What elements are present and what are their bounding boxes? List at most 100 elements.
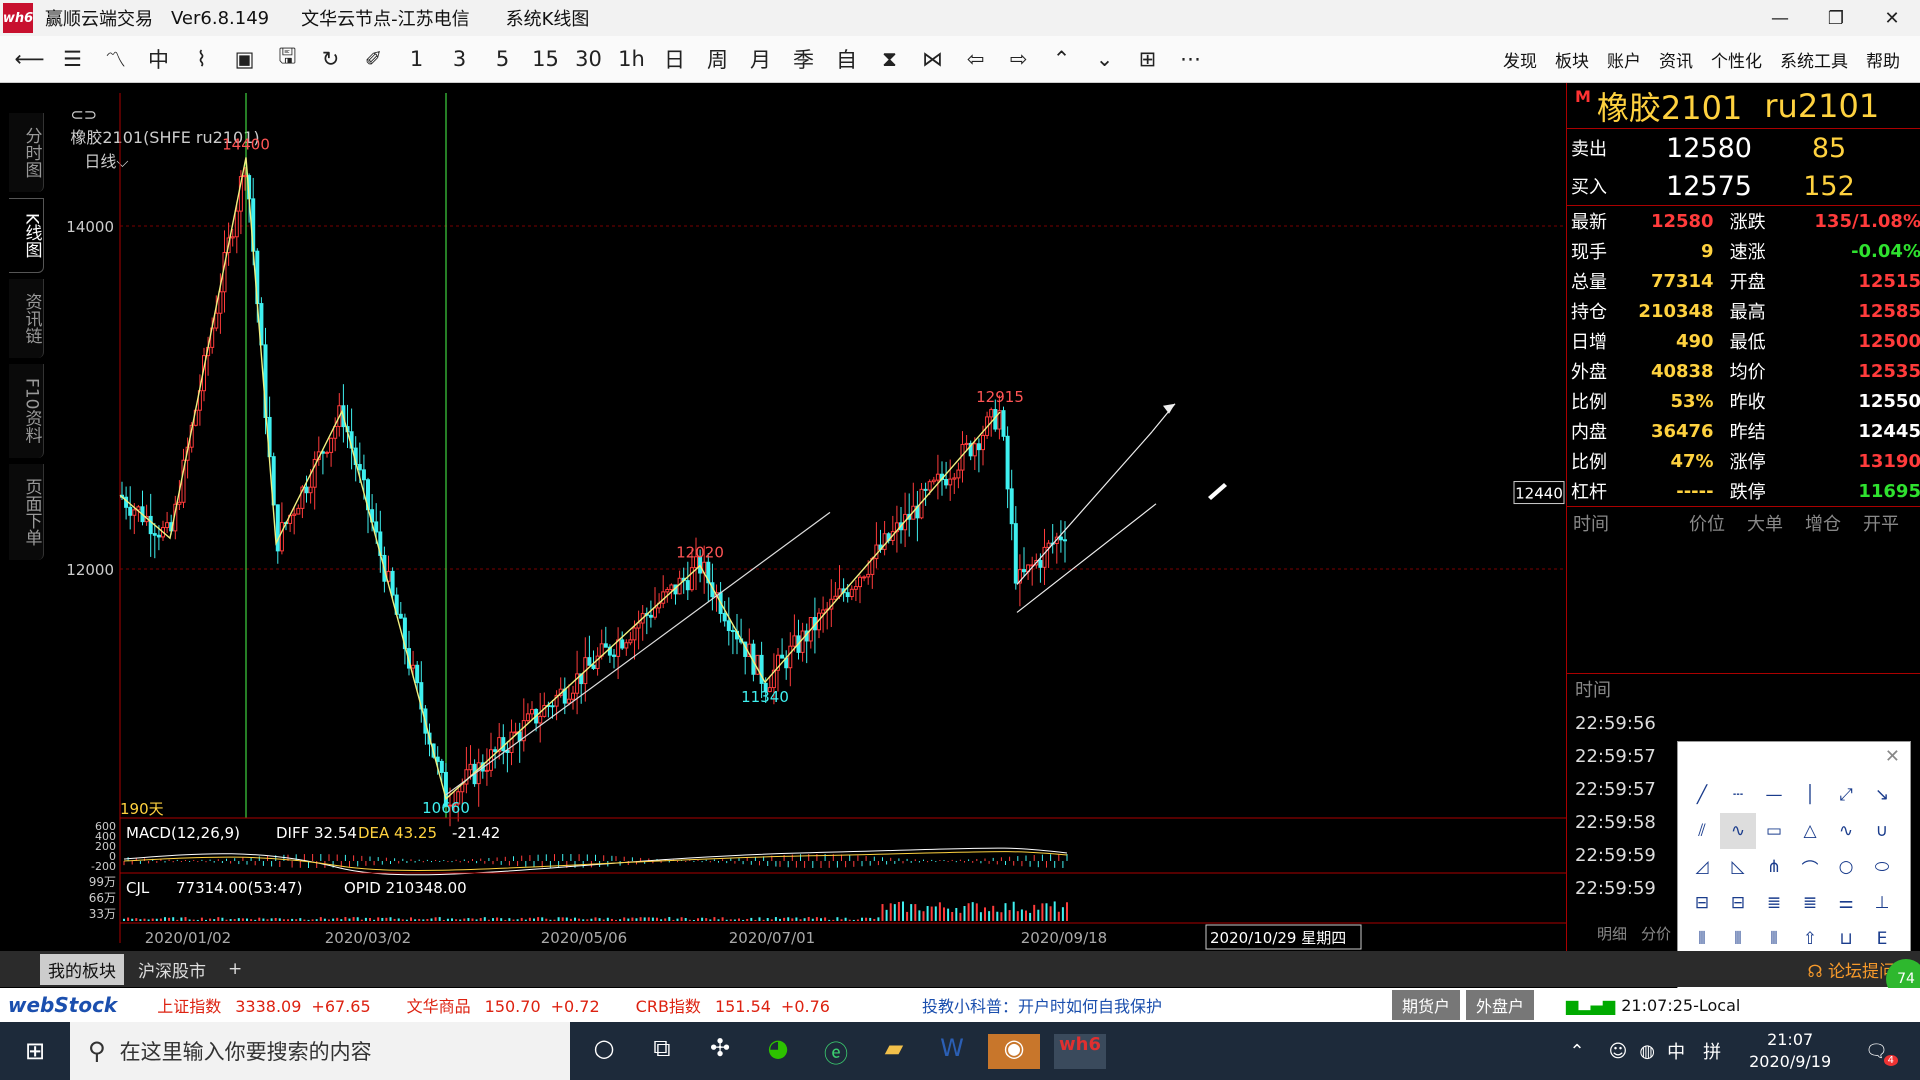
zoom-in-icon[interactable]: ⧗: [868, 39, 911, 79]
fan-icon[interactable]: ⌒: [1792, 849, 1828, 885]
vol-label[interactable]: CJL: [126, 879, 150, 897]
windows-start-icon[interactable]: ⊞: [0, 1022, 70, 1080]
wave-icon[interactable]: ∿: [1828, 813, 1864, 849]
detail-tab-1[interactable]: 分价: [1641, 923, 1671, 949]
detail-tab-0[interactable]: 明细: [1597, 923, 1627, 949]
period-button-9[interactable]: 季: [782, 39, 825, 79]
arc-icon[interactable]: ∪: [1864, 813, 1900, 849]
ie-icon[interactable]: ⓔ: [814, 1034, 858, 1069]
tab-my-sectors[interactable]: 我的板块: [40, 953, 124, 985]
minimize-icon[interactable]: —: [1752, 0, 1808, 36]
tip-text[interactable]: 投教小科普：开户时如何自我保护: [922, 993, 1162, 1017]
add-tab-button[interactable]: +: [220, 956, 250, 982]
wave-line[interactable]: [119, 157, 1001, 801]
fib3-icon[interactable]: ≣: [1756, 885, 1792, 921]
menu-item-1[interactable]: 板块: [1555, 47, 1589, 72]
period-button-2[interactable]: 5: [481, 39, 524, 79]
chevron-up-icon[interactable]: ⌃: [1570, 1041, 1585, 1062]
down-icon[interactable]: ⌄: [1083, 39, 1126, 79]
menu-item-4[interactable]: 个性化: [1711, 47, 1762, 72]
wechat-icon[interactable]: ◕: [756, 1034, 800, 1069]
ime-indicator[interactable]: 中: [1667, 1038, 1685, 1064]
buy-quote[interactable]: 买入 12575 152: [1567, 167, 1920, 205]
triangle-icon[interactable]: △: [1792, 813, 1828, 849]
period-button-1[interactable]: 3: [438, 39, 481, 79]
period-button-3[interactable]: 15: [524, 39, 567, 79]
fib-icon[interactable]: ⊟: [1684, 885, 1720, 921]
angle-icon[interactable]: ◺: [1720, 849, 1756, 885]
measure-icon[interactable]: ⊥: [1864, 885, 1900, 921]
trend-line[interactable]: [445, 511, 831, 796]
trend-line[interactable]: [1016, 503, 1157, 613]
futures-account-button[interactable]: 期货户: [1391, 990, 1460, 1020]
zoom-out-icon[interactable]: ⋈: [911, 39, 954, 79]
kline-chart[interactable]: 14000 12000 14400 10660 12020 11340 12915 190天 1…: [0, 83, 1566, 951]
close-icon[interactable]: ✕: [1864, 0, 1920, 36]
save-icon[interactable]: 🖫: [266, 39, 309, 79]
menu-item-0[interactable]: 发现: [1503, 47, 1537, 72]
word-icon[interactable]: W: [930, 1034, 974, 1069]
dashed-line-icon[interactable]: ┄: [1720, 777, 1756, 813]
clock[interactable]: 21:07 2020/9/19: [1749, 1029, 1831, 1073]
circle-icon[interactable]: ○: [1828, 849, 1864, 885]
more-icon[interactable]: ⋯: [1169, 39, 1212, 79]
maximize-icon[interactable]: ❐: [1808, 0, 1864, 36]
line-icon[interactable]: ╱: [1684, 777, 1720, 813]
tray-icon[interactable]: ◍: [1639, 1041, 1655, 1062]
menu-item-5[interactable]: 系统工具: [1780, 47, 1848, 72]
list-icon[interactable]: ☰: [51, 39, 94, 79]
taskbar-search[interactable]: ⚲ 在这里输入你要搜索的内容: [70, 1022, 570, 1080]
box-icon[interactable]: ▣: [223, 39, 266, 79]
zigzag-icon[interactable]: ∿: [1720, 813, 1756, 849]
app-icon[interactable]: ◉: [988, 1033, 1040, 1069]
foreign-account-button[interactable]: 外盘户: [1465, 990, 1534, 1020]
ray-icon[interactable]: ⤢: [1828, 777, 1864, 813]
hline-icon[interactable]: —: [1756, 777, 1792, 813]
trend-icon[interactable]: 〽: [94, 39, 137, 79]
trend-line[interactable]: [1151, 403, 1176, 433]
draw-icon[interactable]: ✐: [352, 39, 395, 79]
period-button-0[interactable]: 1: [395, 39, 438, 79]
sell-quote[interactable]: 卖出 12580 85: [1567, 129, 1920, 167]
wh6-app-icon[interactable]: wh6: [1054, 1033, 1106, 1069]
index-item[interactable]: 文华商品 150.70 +0.72: [407, 993, 600, 1017]
period-button-7[interactable]: 周: [696, 39, 739, 79]
pinwheel-icon[interactable]: ✣: [698, 1034, 742, 1069]
task-view-icon[interactable]: ⧉: [640, 1034, 684, 1069]
ellipse-icon[interactable]: ⬭: [1864, 849, 1900, 885]
folder-icon[interactable]: ▰: [872, 1034, 916, 1069]
fib2-icon[interactable]: ⊟: [1720, 885, 1756, 921]
rect-icon[interactable]: ▭: [1756, 813, 1792, 849]
close-icon[interactable]: ✕: [1885, 746, 1900, 767]
vline-icon[interactable]: │: [1792, 777, 1828, 813]
fib4-icon[interactable]: ≣: [1792, 885, 1828, 921]
index-item[interactable]: CRB指数 151.54 +0.76: [636, 993, 830, 1017]
period-icon[interactable]: ⚌: [1828, 885, 1864, 921]
period-button-5[interactable]: 1h: [610, 39, 653, 79]
channel-icon[interactable]: ⫽: [1684, 813, 1720, 849]
people-icon[interactable]: ☺: [1609, 1041, 1628, 1062]
up-icon[interactable]: ⌃: [1040, 39, 1083, 79]
back-icon[interactable]: ⟵: [8, 39, 51, 79]
period-button-8[interactable]: 月: [739, 39, 782, 79]
arrow-icon[interactable]: ↘: [1864, 777, 1900, 813]
period-button-10[interactable]: 自: [825, 39, 868, 79]
tab-sh-sz[interactable]: 沪深股市: [130, 954, 214, 985]
menu-item-6[interactable]: 帮助: [1866, 47, 1900, 72]
period-button-6[interactable]: 日: [653, 39, 696, 79]
period-button-4[interactable]: 30: [567, 39, 610, 79]
menu-item-2[interactable]: 账户: [1607, 47, 1641, 72]
right-icon[interactable]: ⇨: [997, 39, 1040, 79]
cortana-icon[interactable]: ○: [582, 1034, 626, 1069]
left-icon[interactable]: ⇦: [954, 39, 997, 79]
notification-icon[interactable]: 🗨 4: [1865, 1041, 1898, 1066]
menu-item-3[interactable]: 资讯: [1659, 47, 1693, 72]
trend-line[interactable]: [1016, 431, 1153, 585]
index-item[interactable]: 上证指数 3338.09 +67.65: [157, 993, 370, 1017]
fork-icon[interactable]: ⋔: [1756, 849, 1792, 885]
forum-link[interactable]: ☊ 论坛提问: [1807, 957, 1896, 982]
candle-icon[interactable]: 中: [137, 39, 180, 79]
layout-icon[interactable]: ⊞: [1126, 39, 1169, 79]
macd-label[interactable]: MACD(12,26,9): [126, 824, 240, 842]
ime-mode[interactable]: 拼: [1703, 1038, 1721, 1064]
